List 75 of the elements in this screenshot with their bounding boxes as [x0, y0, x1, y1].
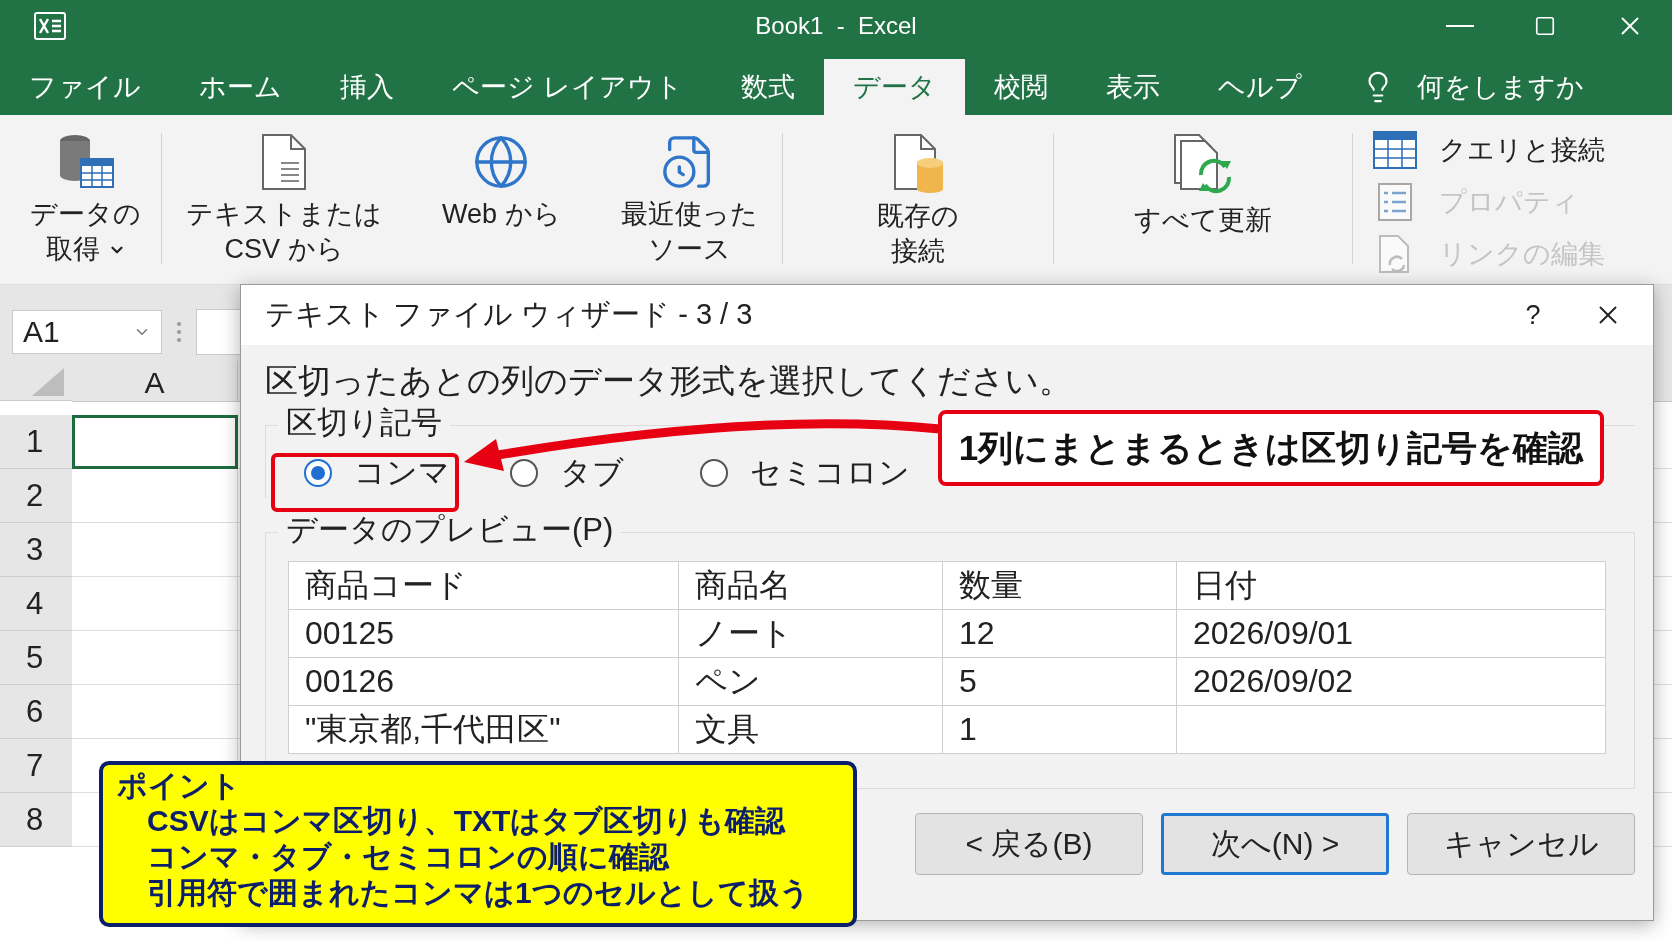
table-cell: 2026/09/01 — [1176, 609, 1606, 658]
grip-icon — [176, 321, 182, 343]
point-text: コンマ・タブ・セミコロンの順に確認 — [146, 839, 671, 875]
cell[interactable] — [72, 631, 238, 685]
table-cell: 数量 — [942, 561, 1177, 610]
ribbon-button[interactable]: Web から — [442, 133, 561, 232]
instruction-text: 区切ったあとの列のデータ形式を選択してください。 — [265, 361, 1073, 401]
dialog-button[interactable]: キャンセル — [1407, 813, 1635, 875]
table-cell: ペン — [678, 657, 943, 706]
radio-label[interactable]: セミコロン — [750, 452, 910, 494]
table-cell: ノート — [678, 609, 943, 658]
ribbon-tab[interactable]: 表示 — [1076, 59, 1189, 115]
callout-text: 1列にまとまるときは区切り記号を確認 — [958, 426, 1584, 469]
table-cell: 商品名 — [678, 561, 943, 610]
ribbon-tab[interactable]: 数式 — [711, 59, 824, 115]
cell[interactable] — [72, 415, 238, 469]
ribbon-button[interactable]: 既存の 接続 — [862, 133, 973, 269]
ribbon-tab[interactable]: ヘルプ — [1188, 59, 1331, 115]
select-all-icon[interactable] — [32, 368, 64, 396]
radio-label[interactable]: コンマ — [354, 452, 450, 494]
ribbon-button[interactable]: すべて更新 — [1133, 133, 1272, 238]
cell[interactable] — [72, 577, 238, 631]
table-icon — [1372, 131, 1417, 169]
minimize-icon — [1445, 25, 1474, 27]
column-header[interactable]: A — [72, 361, 238, 402]
table-cell: 日付 — [1176, 561, 1606, 610]
radio-button[interactable] — [700, 459, 728, 487]
radio-label[interactable]: タブ — [560, 452, 624, 494]
radio-button[interactable] — [304, 459, 332, 487]
cell[interactable] — [72, 469, 238, 523]
point-text: 引用符で囲まれたコンマは1つのセルとして扱う — [146, 875, 811, 911]
table-cell: 00125 — [288, 609, 679, 658]
ribbon-tab[interactable]: ページ レイアウト — [423, 59, 712, 115]
dialog-button[interactable]: < 戻る(B) — [915, 813, 1143, 875]
window-title: Book1 - Excel — [755, 12, 917, 40]
ribbon-tab[interactable]: 校閲 — [964, 59, 1077, 115]
table-cell: 2026/09/02 — [1176, 657, 1606, 706]
document-icon — [259, 133, 309, 191]
maximize-icon — [1533, 15, 1556, 37]
ribbon-button[interactable]: テキストまたは CSV から — [186, 133, 382, 267]
cell[interactable] — [72, 685, 238, 739]
table-cell: 1 — [942, 705, 1177, 754]
row-header[interactable]: 4 — [0, 577, 72, 631]
row-header[interactable]: 3 — [0, 523, 72, 577]
table-cell: 文具 — [678, 705, 943, 754]
table-cell: 00126 — [288, 657, 679, 706]
row-header[interactable]: 1 — [0, 415, 72, 469]
ribbon-tab[interactable]: 挿入 — [311, 59, 423, 115]
help-button[interactable]: ? — [1503, 299, 1563, 331]
link-document-icon — [1377, 235, 1412, 273]
table-cell: "東京都,千代田区" — [288, 705, 679, 754]
tell-me-search[interactable]: 何をしますか — [1416, 69, 1584, 105]
radio-button[interactable] — [510, 459, 538, 487]
table-cell: 12 — [942, 609, 1177, 658]
row-header[interactable]: 6 — [0, 685, 72, 739]
ribbon-tab[interactable]: ホーム — [170, 59, 311, 115]
point-title: ポイント — [117, 769, 242, 803]
dialog-title: テキスト ファイル ウィザード - 3 / 3 — [265, 297, 753, 332]
cell[interactable] — [72, 523, 238, 577]
excel-logo-icon — [34, 12, 66, 40]
dialog-button[interactable]: 次へ(N) > — [1161, 813, 1389, 875]
ribbon-small-button[interactable]: クエリと接続 — [1372, 127, 1605, 173]
point-text: CSVはコンマ区切り、TXTはタブ区切りも確認 — [146, 803, 787, 839]
row-header[interactable]: 2 — [0, 469, 72, 523]
table-cell: 5 — [942, 657, 1177, 706]
table-cell: 商品コード — [288, 561, 679, 610]
ribbon-tab[interactable]: ファイル — [0, 59, 170, 115]
ribbon-button[interactable]: 最近使った ソース — [620, 133, 758, 267]
ribbon-button[interactable]: データの 取得 — [30, 133, 141, 267]
name-box[interactable]: A1 — [12, 310, 162, 354]
list-icon — [1377, 183, 1412, 221]
row-header[interactable]: 7 — [0, 739, 72, 793]
ribbon-tab[interactable]: データ — [823, 59, 965, 115]
row-header[interactable]: 5 — [0, 631, 72, 685]
row-header[interactable]: 8 — [0, 793, 72, 847]
